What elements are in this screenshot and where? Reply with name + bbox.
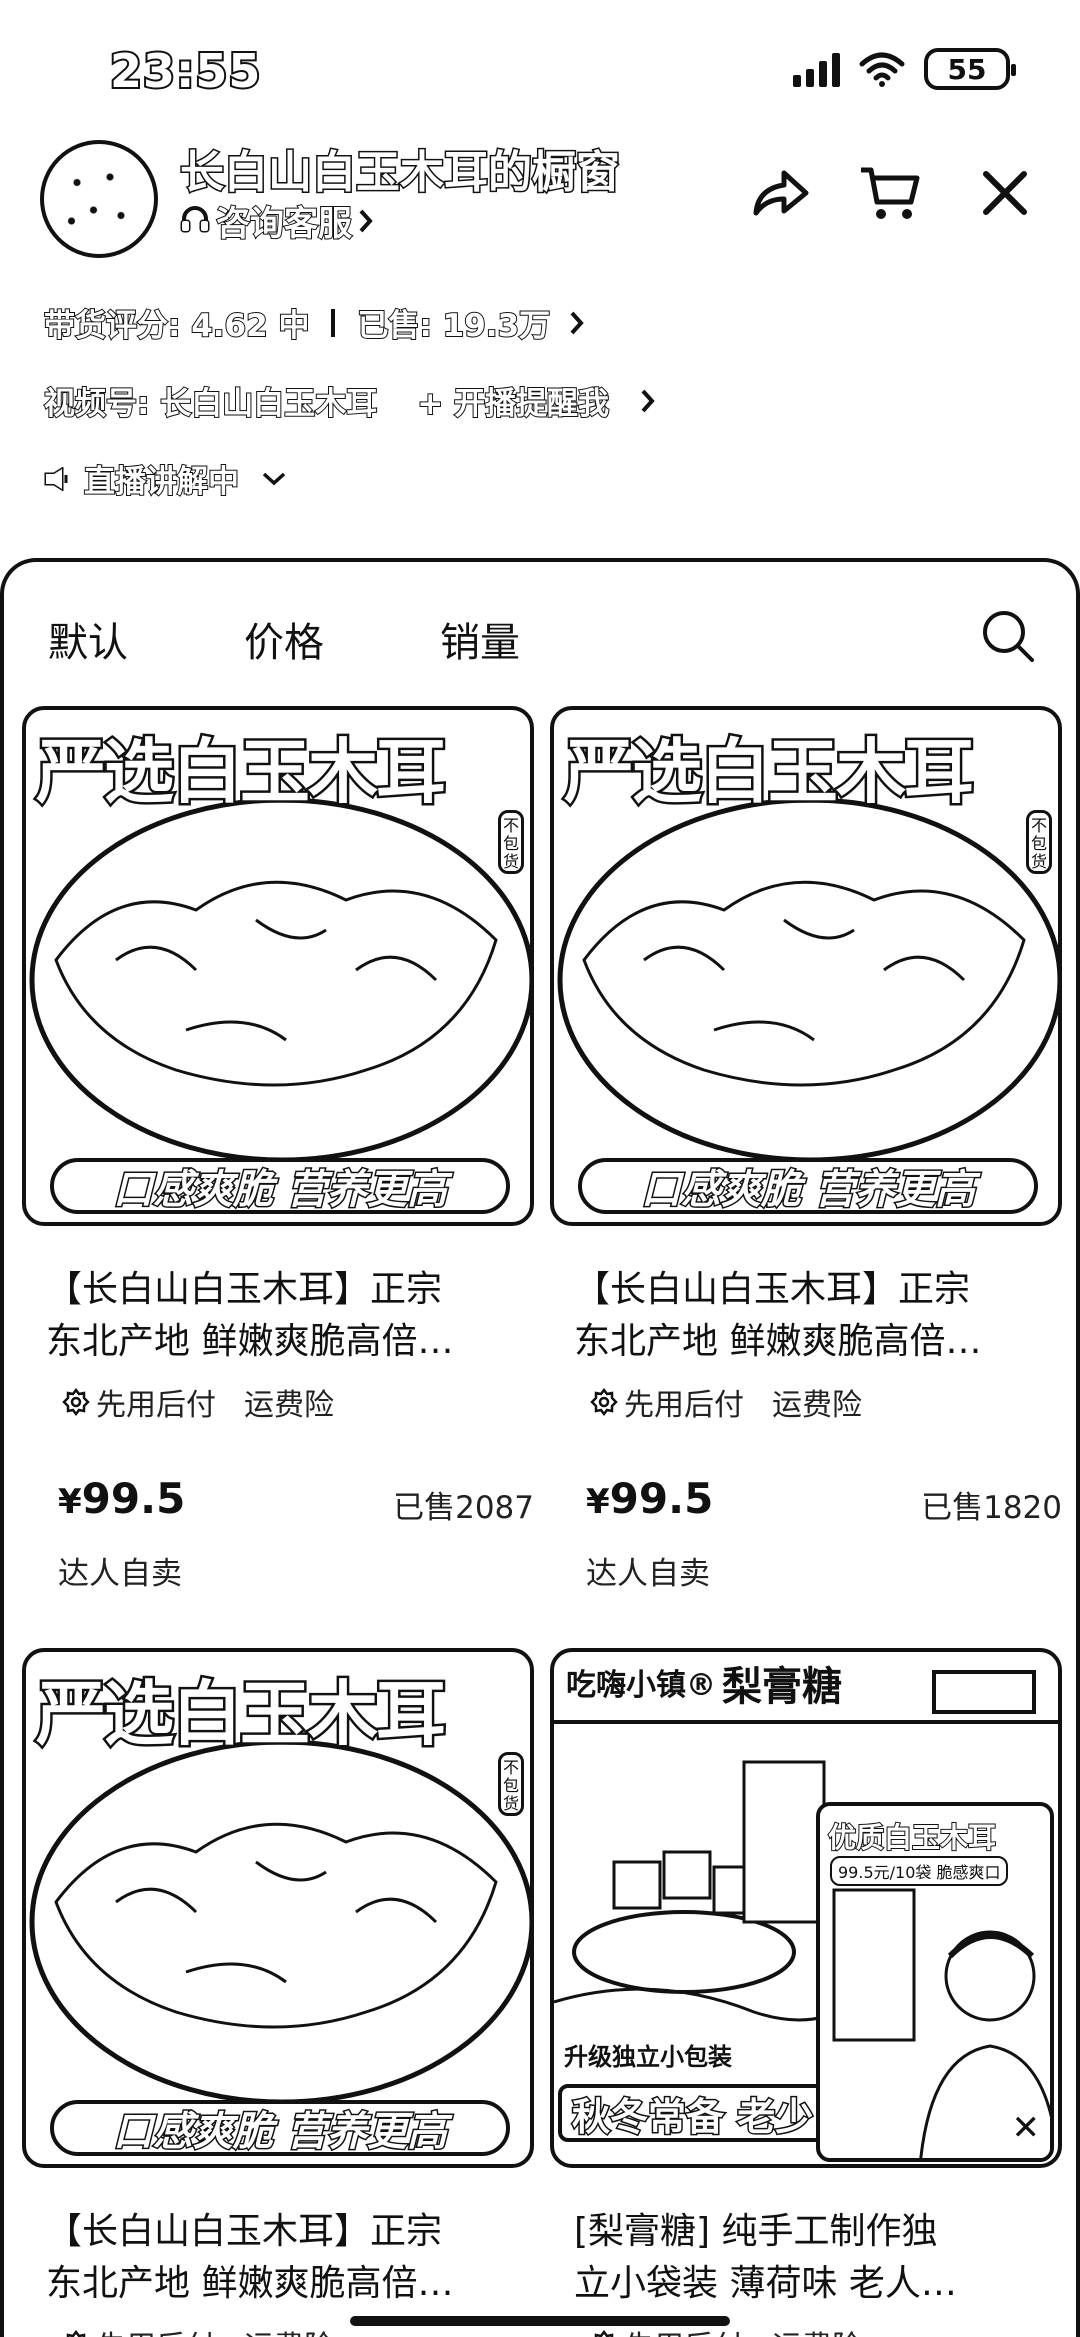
currency-symbol: ¥ bbox=[586, 1482, 610, 1522]
image-slogan: 口感爽脆 营养更高 bbox=[578, 1158, 1038, 1215]
sold-count: 已售2087 bbox=[393, 1490, 534, 1526]
wifi-icon bbox=[859, 52, 905, 87]
video-account-row: 视频号: 长白山白玉木耳 + 开播提醒我 bbox=[43, 378, 657, 423]
product-name[interactable]: 【长白山白玉木耳】正宗 东北产地 鲜嫩爽脆高倍… bbox=[574, 1264, 1054, 1368]
image-slogan: 口感爽脆 营养更高 bbox=[50, 1158, 510, 1215]
battery-icon: 55 bbox=[924, 48, 1016, 90]
sold-total: 已售: 19.3万 bbox=[356, 307, 551, 345]
product-image[interactable]: 严选白玉木耳 不包货 口感爽脆 营养更高 bbox=[22, 1648, 534, 2168]
product-image[interactable]: 严选白玉木耳 不包货 口感爽脆 营养更高 bbox=[22, 706, 534, 1226]
image-slogan: 秋冬常备 老少 bbox=[558, 2084, 828, 2142]
chevron-right-icon bbox=[641, 389, 655, 412]
tab-price[interactable]: 价格 bbox=[244, 610, 440, 668]
sold-count: 已售1820 bbox=[921, 1490, 1062, 1526]
pay-later-icon bbox=[590, 1388, 618, 1416]
tag-shipping-insurance: 运费险 bbox=[244, 1388, 334, 1423]
status-indicators: 55 bbox=[793, 48, 1016, 90]
status-time: 23:55 bbox=[108, 42, 262, 100]
tag-shipping-insurance: 运费险 bbox=[772, 1388, 862, 1423]
search-icon[interactable] bbox=[980, 608, 1036, 664]
currency-symbol: ¥ bbox=[58, 1482, 82, 1522]
rating-label: 带货评分: 4.62 中 bbox=[43, 307, 310, 345]
shop-avatar[interactable] bbox=[40, 140, 158, 258]
product-image[interactable]: 严选白玉木耳 不包货 口感爽脆 营养更高 bbox=[550, 706, 1062, 1226]
share-icon[interactable] bbox=[745, 158, 815, 228]
tab-default[interactable]: 默认 bbox=[48, 610, 244, 668]
cart-icon[interactable] bbox=[855, 158, 925, 228]
sort-tabs: 默认 价格 销量 bbox=[48, 610, 636, 668]
product-name-line1: [梨膏糖] 纯手工制作独 bbox=[574, 2211, 938, 2252]
product-name-line2: 东北产地 鲜嫩爽脆高倍… bbox=[46, 1321, 454, 1362]
close-icon[interactable] bbox=[970, 158, 1040, 228]
image-product-name: 梨膏糖 bbox=[722, 1664, 842, 1710]
customer-service-label: 咨询客服 bbox=[215, 203, 353, 245]
close-icon[interactable]: ✕ bbox=[1012, 2108, 1041, 2148]
seller-type: 达人自卖 bbox=[586, 1556, 710, 1592]
signal-icon bbox=[793, 51, 840, 87]
product-name[interactable]: 【长白山白玉木耳】正宗 东北产地 鲜嫩爽脆高倍… bbox=[46, 1264, 526, 1368]
headset-icon bbox=[180, 205, 210, 232]
status-bar: 23:55 55 bbox=[0, 0, 1080, 130]
live-preview-window[interactable]: 优质白玉木耳 99.5元/10袋 脆感爽口 ✕ bbox=[816, 1802, 1054, 2162]
tag-pay-later: 先用后付 bbox=[96, 1388, 216, 1423]
product-name-line2: 东北产地 鲜嫩爽脆高倍… bbox=[46, 2263, 454, 2304]
chevron-right-icon bbox=[359, 209, 373, 232]
chevron-down-icon bbox=[262, 472, 286, 485]
divider bbox=[331, 308, 336, 337]
tag-pay-later: 先用后付 bbox=[96, 2322, 216, 2337]
price-value: 99.5 bbox=[81, 1474, 186, 1523]
pay-later-icon bbox=[62, 1388, 90, 1416]
product-price: ¥99.5 bbox=[586, 1474, 713, 1523]
product-name-line2: 东北产地 鲜嫩爽脆高倍… bbox=[574, 1321, 982, 1362]
product-name[interactable]: [梨膏糖] 纯手工制作独 立小袋装 薄荷味 老人… bbox=[574, 2206, 1054, 2310]
customer-service-link[interactable]: 咨询客服 bbox=[180, 196, 374, 245]
shop-stats[interactable]: 带货评分: 4.62 中 已售: 19.3万 bbox=[43, 300, 586, 345]
live-status-label: 直播讲解中 bbox=[83, 463, 240, 501]
service-tags: 先用后付 运费险 bbox=[62, 1380, 334, 1424]
product-name-line2: 立小袋装 薄荷味 老人… bbox=[574, 2263, 957, 2304]
image-side-tag: 不包货 bbox=[498, 810, 524, 874]
live-status-row[interactable]: 直播讲解中 bbox=[44, 456, 287, 501]
tab-sales[interactable]: 销量 bbox=[440, 610, 636, 668]
product-name-line1: 【长白山白玉木耳】正宗 bbox=[46, 2211, 443, 2252]
product-price: ¥99.5 bbox=[58, 1474, 185, 1523]
price-value: 99.5 bbox=[609, 1474, 714, 1523]
image-headline: 严选白玉木耳 bbox=[34, 1671, 449, 1758]
live-preview-title: 优质白玉木耳 bbox=[827, 1820, 997, 1855]
chevron-right-icon bbox=[570, 311, 584, 334]
image-slogan: 口感爽脆 营养更高 bbox=[50, 2100, 510, 2157]
image-headline: 严选白玉木耳 bbox=[34, 729, 449, 816]
product-name-line1: 【长白山白玉木耳】正宗 bbox=[574, 1269, 971, 1310]
product-name[interactable]: 【长白山白玉木耳】正宗 东北产地 鲜嫩爽脆高倍… bbox=[46, 2206, 526, 2310]
product-name-line1: 【长白山白玉木耳】正宗 bbox=[46, 1269, 443, 1310]
tag-shipping-insurance: 运费险 bbox=[772, 2322, 862, 2337]
image-side-tag: 不包货 bbox=[498, 1752, 524, 1816]
tag-pay-later: 先用后付 bbox=[624, 1388, 744, 1423]
seller-type: 达人自卖 bbox=[58, 1556, 182, 1592]
pay-later-icon bbox=[66, 2330, 86, 2337]
image-headline: 严选白玉木耳 bbox=[562, 729, 977, 816]
image-subtitle: 升级独立小包装 bbox=[564, 2043, 732, 2071]
live-reminder-button[interactable]: + 开播提醒我 bbox=[416, 378, 610, 423]
service-tags: 先用后付 运费险 bbox=[62, 2322, 334, 2337]
shop-title: 长白山白玉木耳的橱窗 bbox=[179, 146, 622, 200]
service-tags: 先用后付 运费险 bbox=[590, 1380, 862, 1424]
image-side-tag: 不包货 bbox=[1026, 810, 1052, 874]
home-indicator[interactable] bbox=[350, 2316, 730, 2326]
live-audio-icon bbox=[44, 466, 68, 491]
image-brand: 吃嗨小镇® bbox=[566, 1668, 716, 1703]
video-account-label: 视频号: 长白山白玉木耳 bbox=[43, 385, 378, 423]
product-image[interactable]: 吃嗨小镇® 梨膏糖 升级独立小包装 秋冬常备 老少 优质白玉木耳 99.5元/1… bbox=[550, 1648, 1062, 2168]
tag-shipping-insurance: 运费险 bbox=[244, 2322, 334, 2337]
live-preview-subtitle: 99.5元/10袋 脆感爽口 bbox=[830, 1856, 1009, 1886]
shop-header: 长白山白玉木耳的橱窗 咨询客服 bbox=[0, 130, 1080, 280]
pay-later-icon bbox=[594, 2330, 614, 2337]
